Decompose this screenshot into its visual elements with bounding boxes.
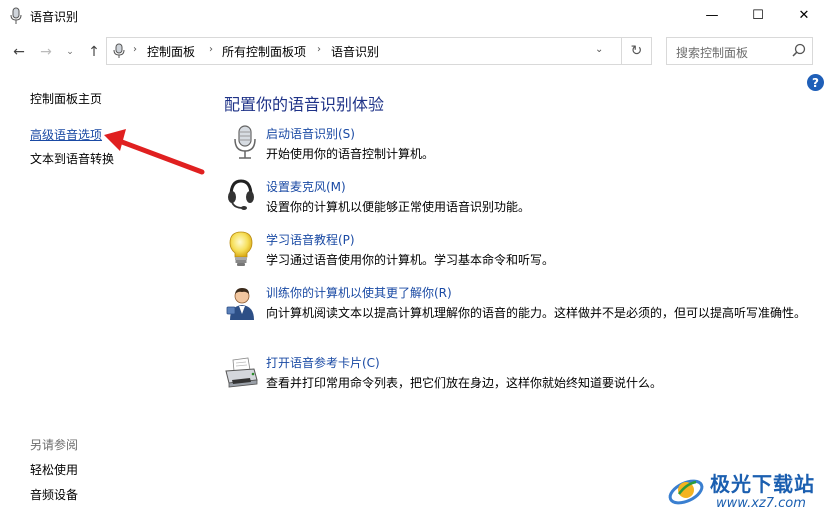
watermark: 极光下载站 www.xz7.com xyxy=(666,466,822,518)
breadcrumb-control-panel[interactable]: 控制面板 xyxy=(147,43,195,60)
speech-tutorial-link[interactable]: 学习语音教程(P) xyxy=(266,231,355,248)
task-start-speech-recognition: 启动语音识别(S) 开始使用你的语音控制计算机。 xyxy=(224,125,824,165)
task-open-reference-card: 打开语音参考卡片(C) 查看并打印常用命令列表，把它们放在身边，这样你就始终知道… xyxy=(224,354,824,394)
task-train-computer: 训练你的计算机以使其更了解你(R) 向计算机阅读文本以提高计算机理解你的语音的能… xyxy=(224,284,824,342)
window-title: 语音识别 xyxy=(30,10,79,24)
train-computer-link[interactable]: 训练你的计算机以使其更了解你(R) xyxy=(266,284,452,301)
set-up-microphone-link[interactable]: 设置麦克风(M) xyxy=(266,178,346,195)
microphone-icon xyxy=(234,125,256,159)
breadcrumb-separator[interactable]: › xyxy=(317,44,321,55)
title-bar: 语音识别 — ☐ ✕ xyxy=(0,0,827,31)
address-bar-row: ← → ⌄ ↑ › 控制面板 › 所有控制面板项 › 语音识别 ⌄ ↻ 搜索控制… xyxy=(0,31,827,71)
refresh-button[interactable]: ↻ xyxy=(622,37,652,65)
microphone-icon xyxy=(10,7,22,24)
breadcrumb-speech-recognition[interactable]: 语音识别 xyxy=(331,43,379,60)
search-input[interactable]: 搜索控制面板 xyxy=(666,37,813,65)
task-description: 查看并打印常用命令列表，把它们放在身边，这样你就始终知道要说什么。 xyxy=(266,376,663,390)
sidebar-item-control-panel-home[interactable]: 控制面板主页 xyxy=(30,90,102,107)
breadcrumb-separator[interactable]: › xyxy=(209,44,213,55)
up-button[interactable]: ↑ xyxy=(84,43,104,61)
watermark-url: www.xz7.com xyxy=(716,496,806,511)
search-placeholder: 搜索控制面板 xyxy=(676,46,749,60)
headset-icon xyxy=(228,179,254,210)
breadcrumb-all-items[interactable]: 所有控制面板项 xyxy=(222,43,306,60)
address-box[interactable]: › 控制面板 › 所有控制面板项 › 语音识别 ⌄ xyxy=(106,37,622,65)
sidebar-item-audio-devices[interactable]: 音频设备 xyxy=(30,486,78,503)
printer-icon xyxy=(225,357,258,388)
task-description: 开始使用你的语音控制计算机。 xyxy=(266,147,435,161)
sidebar-item-ease-of-access[interactable]: 轻松使用 xyxy=(30,461,78,478)
page-title: 配置你的语音识别体验 xyxy=(224,95,385,114)
task-description: 向计算机阅读文本以提高计算机理解你的语音的能力。这样做并不是必须的，但可以提高听… xyxy=(266,306,807,320)
open-reference-card-link[interactable]: 打开语音参考卡片(C) xyxy=(266,354,380,371)
task-description: 设置你的计算机以便能够正常使用语音识别功能。 xyxy=(266,200,531,214)
annotation-arrow xyxy=(104,129,205,175)
task-speech-tutorial: 学习语音教程(P) 学习通过语音使用你的计算机。学习基本命令和听写。 xyxy=(224,231,824,271)
sidebar-item-advanced-speech-options[interactable]: 高级语音选项 xyxy=(30,126,102,143)
watermark-name: 极光下载站 xyxy=(710,472,815,496)
recent-locations-button[interactable]: ⌄ xyxy=(60,43,80,61)
close-button[interactable]: ✕ xyxy=(781,0,827,31)
breadcrumb-separator[interactable]: › xyxy=(133,44,137,55)
forward-button[interactable]: → xyxy=(36,43,56,61)
chevron-down-icon[interactable]: ⌄ xyxy=(595,44,603,55)
search-icon[interactable] xyxy=(792,43,806,57)
site-logo-icon xyxy=(668,479,704,505)
back-button[interactable]: ← xyxy=(9,43,29,61)
microphone-icon xyxy=(113,43,125,58)
task-set-up-microphone: 设置麦克风(M) 设置你的计算机以便能够正常使用语音识别功能。 xyxy=(224,178,824,218)
user-training-icon xyxy=(226,288,254,320)
lightbulb-icon xyxy=(229,231,253,266)
minimize-button[interactable]: — xyxy=(689,0,735,31)
start-speech-recognition-link[interactable]: 启动语音识别(S) xyxy=(266,125,355,142)
maximize-button[interactable]: ☐ xyxy=(735,0,781,31)
help-icon[interactable]: ? xyxy=(807,74,824,91)
see-also-heading: 另请参阅 xyxy=(30,438,79,452)
task-description: 学习通过语音使用你的计算机。学习基本命令和听写。 xyxy=(266,253,555,267)
